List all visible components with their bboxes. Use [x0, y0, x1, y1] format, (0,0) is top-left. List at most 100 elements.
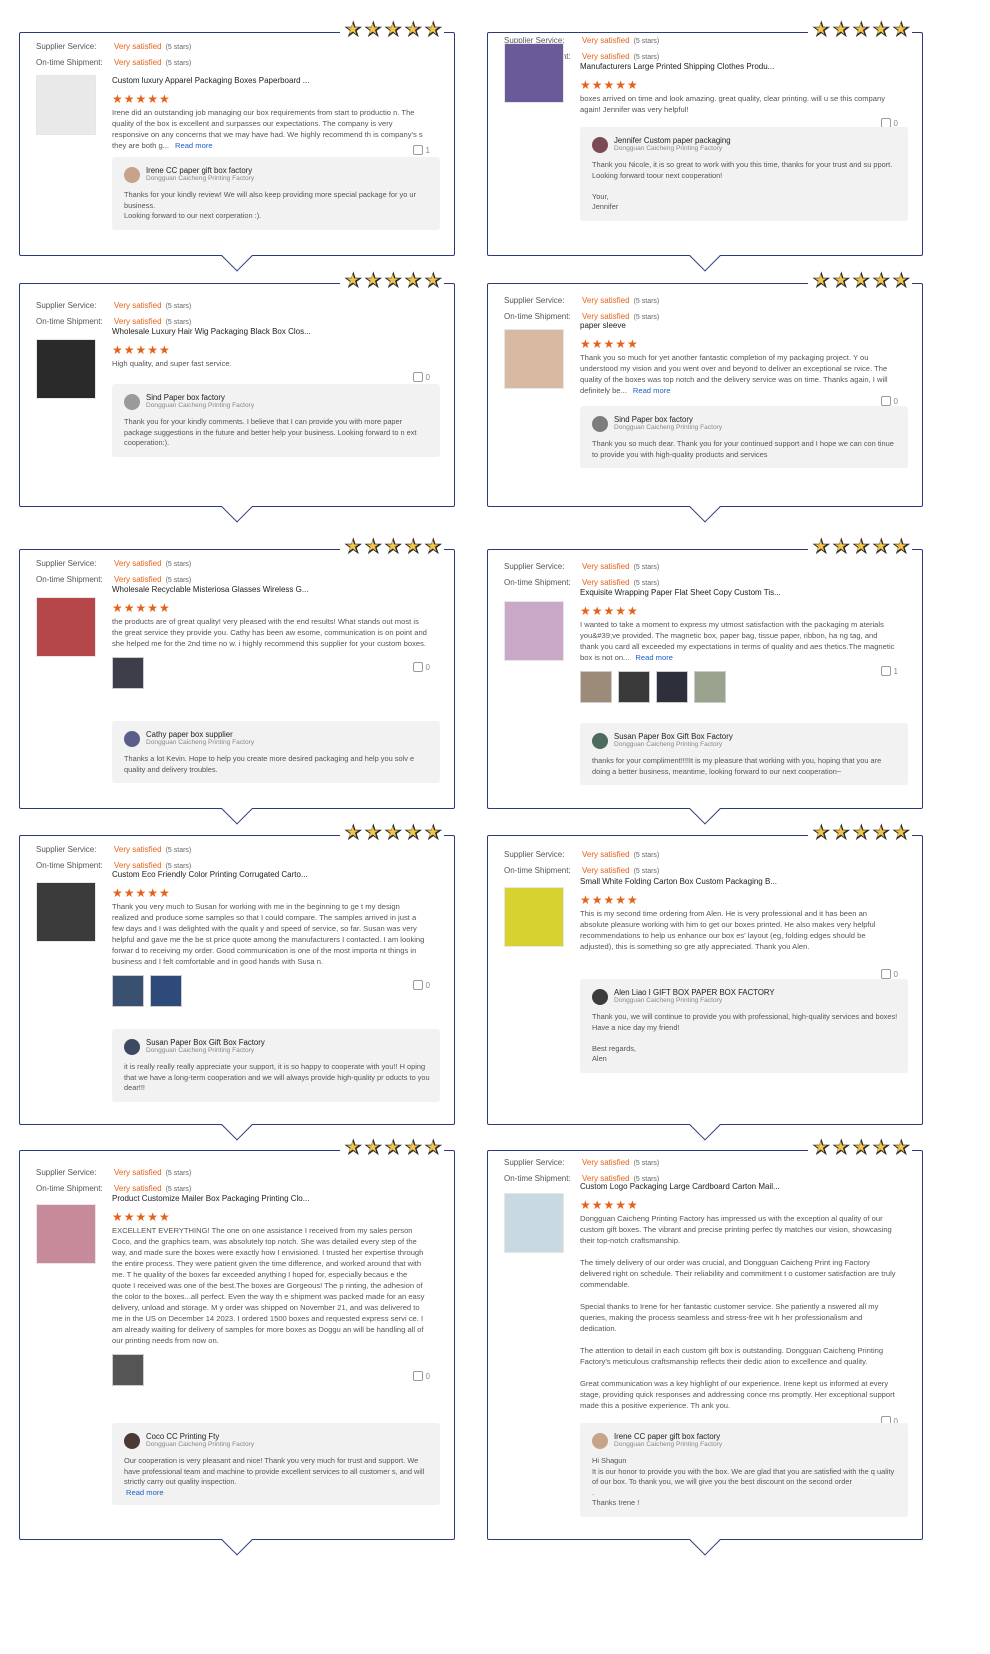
- product-title[interactable]: Exquisite Wrapping Paper Flat Sheet Copy…: [580, 588, 896, 597]
- product-title[interactable]: Product Customize Mailer Box Packaging P…: [112, 1194, 428, 1203]
- shipment-label: On-time Shipment:: [36, 317, 103, 326]
- read-more-link[interactable]: Read more: [126, 1488, 430, 1497]
- review-stars: ★★★★★: [580, 1198, 639, 1212]
- card-pointer: [689, 491, 721, 523]
- rating-value: Very satisfied: [114, 861, 162, 870]
- reply-company: Dongguan Caicheng Printing Factory: [614, 1441, 723, 1448]
- review-photo[interactable]: [112, 1354, 144, 1386]
- star-rating: [340, 1134, 444, 1161]
- review-body: paper sleeve ★★★★★ Thank you so much for…: [580, 321, 896, 396]
- product-title[interactable]: Custom Eco Friendly Color Printing Corru…: [112, 870, 428, 879]
- product-title[interactable]: Custom Logo Packaging Large Cardboard Ca…: [580, 1182, 896, 1191]
- product-thumbnail[interactable]: [504, 601, 564, 661]
- avatar: [592, 136, 608, 153]
- star-icon: [343, 819, 364, 846]
- product-thumbnail[interactable]: [36, 882, 96, 942]
- star-icon: [811, 1134, 832, 1161]
- product-title[interactable]: Wholesale Recyclable Misteriosa Glasses …: [112, 585, 428, 594]
- supplier-service-label: Supplier Service:: [504, 1158, 565, 1167]
- star-icon: [811, 819, 832, 846]
- like-button[interactable]: 0: [412, 662, 430, 672]
- rating-stars-text: (5 stars): [633, 564, 660, 571]
- review-photo[interactable]: [580, 671, 612, 703]
- review-text: boxes arrived on time and look amazing. …: [580, 93, 896, 115]
- rating-stars-text: (5 stars): [165, 1186, 192, 1193]
- review-photo[interactable]: [112, 975, 144, 1007]
- review-card: Supplier Service:Very satisfied(5 stars)…: [19, 819, 455, 1141]
- review-photo[interactable]: [656, 671, 688, 703]
- product-thumbnail[interactable]: [36, 1204, 96, 1264]
- card-pointer: [689, 1109, 721, 1141]
- product-thumbnail[interactable]: [504, 329, 564, 389]
- star-icon: [423, 16, 444, 43]
- product-title[interactable]: Wholesale Luxury Hair Wig Packaging Blac…: [112, 327, 428, 336]
- star-icon: [363, 1134, 384, 1161]
- star-icon: [403, 533, 424, 560]
- star-icon: [343, 16, 364, 43]
- product-thumbnail[interactable]: [504, 43, 564, 103]
- rating-value: Very satisfied: [582, 296, 630, 305]
- ratings: Supplier Service: Very satisfied (5 stars)…: [36, 556, 191, 588]
- review-photo[interactable]: [112, 657, 144, 689]
- product-thumbnail[interactable]: [504, 1193, 564, 1253]
- like-button[interactable]: 1: [880, 666, 898, 676]
- star-icon: [891, 1134, 912, 1161]
- supplier-service-label: Supplier Service:: [504, 850, 565, 859]
- reply-author: Jennifer Custom paper packaging: [614, 136, 731, 145]
- read-more-link[interactable]: Read more: [635, 653, 673, 662]
- reply-text: Thank you Nicole, it is so great to work…: [592, 160, 893, 211]
- avatar: [124, 393, 140, 410]
- supplier-service-label: Supplier Service:: [36, 845, 97, 854]
- rating-value: Very satisfied: [582, 312, 630, 321]
- read-more-link[interactable]: Read more: [633, 386, 671, 395]
- review-card: Supplier Service:Very satisfied(5 stars)…: [19, 16, 455, 272]
- rating-stars-text: (5 stars): [165, 577, 192, 584]
- reply-author: Susan Paper Box Gift Box Factory: [614, 732, 733, 741]
- like-button[interactable]: 0: [880, 396, 898, 406]
- like-button[interactable]: 0: [412, 372, 430, 382]
- seller-reply: Coco CC Printing Fty Dongguan Caicheng Pr…: [112, 1423, 440, 1505]
- review-stars: ★★★★★: [580, 337, 639, 351]
- review-photos: [112, 975, 428, 1007]
- star-icon: [851, 533, 872, 560]
- review-text-content: High quality, and super fast service.: [112, 359, 232, 368]
- product-thumbnail[interactable]: [36, 339, 96, 399]
- read-more-link[interactable]: Read more: [175, 141, 213, 150]
- avatar: [124, 1432, 140, 1449]
- review-stars: ★★★★★: [112, 92, 171, 106]
- product-thumbnail[interactable]: [36, 597, 96, 657]
- review-text: Thank you very much to Susan for working…: [112, 901, 428, 967]
- rating-stars-text: (5 stars): [165, 303, 192, 310]
- reply-text: Thanks a lot Kevin. Hope to help you cre…: [124, 754, 417, 774]
- seller-reply: Susan Paper Box Gift Box Factory Dongguan…: [580, 723, 908, 785]
- rating-stars-text: (5 stars): [633, 54, 660, 61]
- like-button[interactable]: 0: [880, 969, 898, 979]
- star-icon: [831, 16, 852, 43]
- supplier-service-label: Supplier Service:: [36, 42, 97, 51]
- card-pointer: [221, 240, 253, 272]
- star-icon: [831, 1134, 852, 1161]
- product-thumbnail[interactable]: [504, 887, 564, 947]
- ratings: Supplier Service: Very satisfied (5 stars)…: [504, 559, 659, 591]
- star-icon: [343, 1134, 364, 1161]
- like-button[interactable]: 0: [412, 1371, 430, 1381]
- review-photo[interactable]: [618, 671, 650, 703]
- product-title[interactable]: Small White Folding Carton Box Custom Pa…: [580, 877, 896, 886]
- like-button[interactable]: 1: [412, 145, 430, 155]
- product-title[interactable]: paper sleeve: [580, 321, 896, 330]
- review-photo[interactable]: [150, 975, 182, 1007]
- review-photo[interactable]: [694, 671, 726, 703]
- star-icon: [423, 267, 444, 294]
- rating-stars-text: (5 stars): [633, 1160, 660, 1167]
- product-title[interactable]: Custom luxury Apparel Packaging Boxes Pa…: [112, 76, 428, 85]
- reply-author: Alen Liao I GIFT BOX PAPER BOX FACTORY: [614, 988, 775, 997]
- rating-value: Very satisfied: [114, 559, 162, 568]
- review-text: I wanted to take a moment to express my …: [580, 619, 896, 663]
- avatar: [124, 166, 140, 183]
- seller-reply: Cathy paper box supplier Dongguan Caichen…: [112, 721, 440, 783]
- product-thumbnail[interactable]: [36, 75, 96, 135]
- review-photos: [112, 657, 428, 689]
- rating-stars-text: (5 stars): [165, 561, 192, 568]
- like-button[interactable]: 0: [412, 980, 430, 990]
- product-title[interactable]: Manufacturers Large Printed Shipping Clo…: [580, 62, 896, 71]
